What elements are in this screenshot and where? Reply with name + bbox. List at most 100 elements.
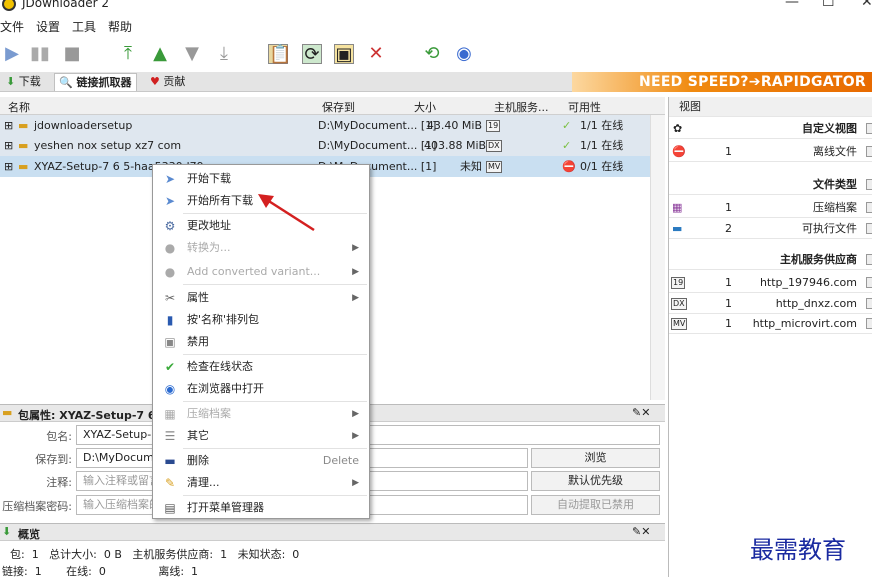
host-badge: MV	[486, 161, 503, 173]
wrench-close-icon[interactable]: ✎✕	[632, 525, 650, 538]
row-name: jdownloadersetup	[34, 119, 133, 132]
menu-properties[interactable]: ✂ 属性 ▶	[153, 287, 369, 309]
tab-contribute[interactable]: ♥ 贡献	[146, 73, 189, 91]
hoster-row[interactable]: DX 1 http_dnxz.com	[669, 294, 872, 314]
row-size: 未知	[460, 160, 482, 173]
update-icon[interactable]: ◉	[454, 44, 474, 64]
priority-dropdown[interactable]: 默认优先级	[531, 471, 660, 491]
autoextract-dropdown[interactable]: 自动提取已禁用	[531, 495, 660, 515]
archive-password-label: 压缩档案密码:	[2, 500, 72, 513]
overview-icon: ⬇	[2, 525, 12, 538]
checkbox[interactable]	[866, 223, 872, 234]
reconnect-icon[interactable]: ⟲	[422, 44, 442, 64]
exe-label: 可执行文件	[802, 222, 857, 235]
auto-reconnect-icon[interactable]: ⟳	[302, 44, 322, 65]
play-all-icon: ➤	[164, 194, 176, 208]
checkbox[interactable]	[866, 146, 872, 157]
stop-icon[interactable]: ■	[62, 44, 82, 64]
move-bottom-icon[interactable]: ⤓	[214, 44, 234, 64]
comment-label: 注释:	[46, 476, 72, 489]
menu-settings[interactable]: 设置	[36, 18, 60, 35]
menu-item-label: 检查在线状态	[187, 360, 253, 373]
menu-open-menu-manager[interactable]: ▤ 打开菜单管理器	[153, 497, 369, 519]
menu-item-label: 清理...	[187, 476, 220, 489]
menu-bar: 文件 设置 工具 帮助	[0, 18, 144, 38]
move-down-icon[interactable]: ▼	[182, 44, 202, 64]
pause-icon[interactable]: ▮▮	[30, 44, 50, 64]
menu-item-label: 开始下载	[187, 172, 231, 185]
menu-sort-by-name[interactable]: ▮ 按'名称'排列包	[153, 309, 369, 331]
menu-cleanup[interactable]: ✎ 清理... ▶	[153, 472, 369, 494]
menu-open-in-browser[interactable]: ◉ 在浏览器中打开	[153, 378, 369, 400]
linkgrabber-icon: 🔍	[59, 76, 77, 89]
col-name[interactable]: 名称	[8, 99, 30, 115]
checkbox[interactable]	[866, 202, 872, 213]
clipboard-icon[interactable]: 📋	[268, 44, 291, 65]
menu-archive[interactable]: ▦ 压缩档案 ▶	[153, 403, 369, 425]
expand-icon[interactable]: ⊞	[4, 156, 13, 177]
move-top-icon[interactable]: ⤒	[118, 44, 138, 64]
custom-view-row[interactable]: ✿ 自定义视图	[669, 119, 872, 139]
disable-icon: ▣	[164, 335, 176, 349]
browse-button[interactable]: 浏览	[531, 448, 660, 468]
menu-disable[interactable]: ▣ 禁用	[153, 331, 369, 353]
row-name: yeshen nox setup xz7 com	[34, 139, 182, 152]
menu-tools[interactable]: 工具	[72, 18, 96, 35]
hoster-row[interactable]: 19 1 http_197946.com	[669, 273, 872, 293]
menu-help[interactable]: 帮助	[108, 18, 132, 35]
menu-other[interactable]: ☰ 其它 ▶	[153, 425, 369, 447]
hosters-heading-label: 主机服务供应商	[780, 253, 857, 266]
checkbox[interactable]	[866, 254, 872, 265]
expand-icon[interactable]: ⊞	[4, 115, 13, 136]
checkbox[interactable]	[866, 277, 872, 288]
checkbox[interactable]	[866, 318, 872, 329]
convert-icon: ●	[164, 241, 176, 255]
menu-file[interactable]: 文件	[0, 18, 24, 35]
col-saveto[interactable]: 保存到	[322, 99, 355, 115]
menu-delete[interactable]: ▬ 删除 Delete	[153, 450, 369, 472]
annotation-arrow-icon	[258, 194, 315, 232]
view-panel-header: 视图	[669, 97, 872, 117]
archive-row[interactable]: ▦ 1 压缩档案	[669, 198, 872, 218]
toolbar: ▶ ▮▮ ■ ⤒ ▲ ▼ ⤓ 📋 ⟳ ▣ ✕ ⟲ ◉	[0, 40, 872, 70]
menu-item-label: 转换为...	[187, 241, 231, 254]
col-availability[interactable]: 可用性	[568, 99, 601, 115]
start-icon[interactable]: ▶	[2, 44, 22, 64]
col-size[interactable]: 大小	[414, 99, 436, 115]
row-saveto: D:\MyDocument... [1]	[318, 119, 437, 132]
package-properties-title: 包属性: XYAZ-Setup-7 6 5-	[18, 409, 172, 422]
wrench-close-icon[interactable]: ✎✕	[632, 406, 650, 419]
col-host[interactable]: 主机服务...	[494, 99, 549, 115]
menu-item-label: 更改地址	[187, 219, 231, 232]
offline-files-row[interactable]: ⛔ 1 离线文件	[669, 142, 872, 162]
package-icon: ▬	[18, 160, 29, 173]
hoster-row[interactable]: MV 1 http_microvirt.com	[669, 314, 872, 334]
menu-check-online[interactable]: ✔ 检查在线状态	[153, 356, 369, 378]
tab-linkgrabber[interactable]: 🔍 链接抓取器	[54, 73, 137, 91]
checkbox[interactable]	[866, 123, 872, 134]
tab-downloads[interactable]: ⬇ 下载	[2, 73, 45, 91]
checkbox[interactable]	[866, 298, 872, 309]
custom-view-label: 自定义视图	[802, 122, 857, 135]
expand-icon[interactable]: ⊞	[4, 135, 13, 156]
menu-convert[interactable]: ● 转换为... ▶	[153, 237, 369, 259]
menu-add-converted-variant[interactable]: ● Add converted variant... ▶	[153, 261, 369, 283]
close-button[interactable]: ✕	[861, 0, 872, 10]
table-row[interactable]: ⊞ ▬ yeshen nox setup xz7 com D:\MyDocume…	[0, 135, 650, 156]
hosters-heading: 主机服务供应商	[669, 250, 872, 270]
executable-row[interactable]: ▬ 2 可执行文件	[669, 219, 872, 239]
vertical-scrollbar[interactable]	[650, 115, 665, 400]
silent-mode-icon[interactable]: ✕	[366, 44, 386, 64]
menu-shortcut: Delete	[322, 454, 359, 467]
submenu-arrow-icon: ▶	[352, 243, 359, 253]
premium-icon[interactable]: ▣	[334, 44, 354, 65]
maximize-button[interactable]: ☐	[822, 0, 835, 10]
minimize-button[interactable]: —	[785, 0, 799, 10]
table-row[interactable]: ⊞ ▬ jdownloadersetup D:\MyDocument... [1…	[0, 115, 650, 136]
online-check-icon: ✓	[562, 119, 572, 132]
view-panel: 视图 ✿ 自定义视图 ⛔ 1 离线文件 文件类型 ▦ 1 压缩档案 ▬ 2 可执行文件 主机服…	[668, 97, 872, 577]
change-address-icon: ⚙	[164, 219, 176, 233]
move-up-icon[interactable]: ▲	[150, 44, 170, 64]
premium-banner[interactable]: NEED SPEED?➔RAPIDGATOR PREMIUM	[572, 72, 872, 110]
checkbox[interactable]	[866, 179, 872, 190]
